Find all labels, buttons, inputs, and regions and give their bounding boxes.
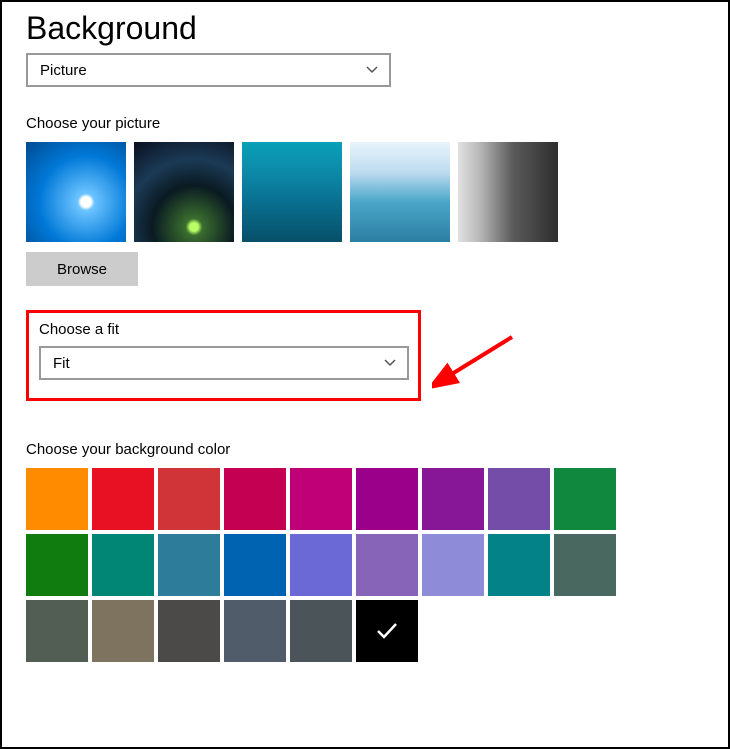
choose-picture-label: Choose your picture xyxy=(26,115,704,132)
color-swatch[interactable] xyxy=(92,600,154,662)
background-type-dropdown[interactable]: Picture xyxy=(26,53,391,87)
picture-thumbnails xyxy=(26,142,704,242)
page-title: Background xyxy=(26,10,704,47)
color-swatch[interactable] xyxy=(158,600,220,662)
color-swatch-grid xyxy=(26,468,626,662)
color-swatch[interactable] xyxy=(290,534,352,596)
color-swatch[interactable] xyxy=(26,534,88,596)
picture-thumb[interactable] xyxy=(458,142,558,242)
color-swatch[interactable] xyxy=(488,534,550,596)
color-swatch[interactable] xyxy=(554,534,616,596)
color-swatch[interactable] xyxy=(26,600,88,662)
browse-button[interactable]: Browse xyxy=(26,252,138,286)
color-swatch[interactable] xyxy=(158,534,220,596)
picture-thumb[interactable] xyxy=(134,142,234,242)
color-swatch[interactable] xyxy=(224,534,286,596)
color-swatch[interactable] xyxy=(488,468,550,530)
color-swatch[interactable] xyxy=(422,534,484,596)
fit-dropdown[interactable]: Fit xyxy=(39,346,409,380)
picture-thumb[interactable] xyxy=(242,142,342,242)
color-swatch[interactable] xyxy=(356,600,418,662)
highlight-annotation: Choose a fit Fit xyxy=(26,310,421,401)
color-swatch[interactable] xyxy=(92,534,154,596)
background-type-value: Picture xyxy=(40,62,87,79)
settings-background-panel: Background Picture Choose your picture B… xyxy=(0,0,730,749)
color-swatch[interactable] xyxy=(92,468,154,530)
picture-thumb[interactable] xyxy=(350,142,450,242)
color-swatch[interactable] xyxy=(356,534,418,596)
color-swatch[interactable] xyxy=(290,468,352,530)
color-swatch[interactable] xyxy=(290,600,352,662)
color-swatch[interactable] xyxy=(224,600,286,662)
color-swatch[interactable] xyxy=(224,468,286,530)
color-swatch[interactable] xyxy=(422,468,484,530)
color-swatch[interactable] xyxy=(158,468,220,530)
color-swatch[interactable] xyxy=(26,468,88,530)
chevron-down-icon xyxy=(383,356,397,370)
chevron-down-icon xyxy=(365,63,379,77)
color-swatch[interactable] xyxy=(356,468,418,530)
choose-color-label: Choose your background color xyxy=(26,441,704,458)
arrow-annotation-icon xyxy=(432,332,522,392)
color-swatch[interactable] xyxy=(554,468,616,530)
check-icon xyxy=(374,618,400,644)
choose-fit-label: Choose a fit xyxy=(39,321,408,338)
fit-value: Fit xyxy=(53,355,70,372)
picture-thumb[interactable] xyxy=(26,142,126,242)
